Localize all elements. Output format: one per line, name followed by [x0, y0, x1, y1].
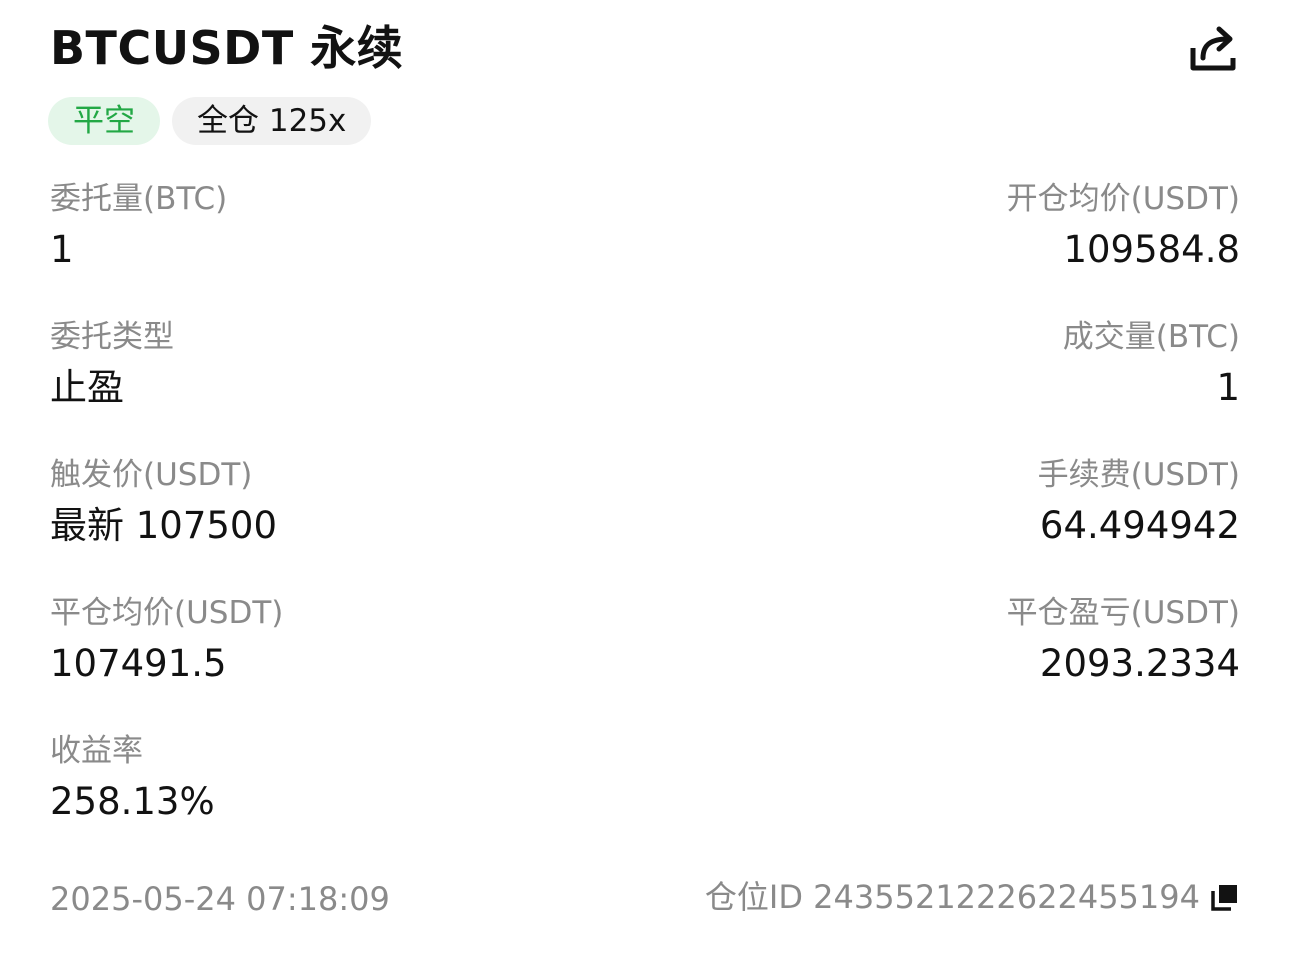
order-timestamp: 2025-05-24 07:18:09: [50, 880, 390, 918]
order-qty-label: 委托量(BTC): [50, 181, 228, 217]
copy-button[interactable]: [1210, 882, 1240, 912]
trigger-price-field: 触发价(USDT) 最新 107500: [50, 455, 277, 550]
position-id-text: 仓位ID 2435521222622455194: [704, 878, 1200, 916]
fee-value: 64.494942: [1039, 504, 1240, 547]
fee-label: 手续费(USDT): [1037, 457, 1240, 493]
side-tag: 平空: [48, 97, 160, 145]
share-icon: [1190, 26, 1236, 71]
copy-icon: [1211, 885, 1237, 911]
order-qty-field: 委托量(BTC) 1: [50, 179, 227, 274]
close-pnl-label: 平仓盈亏(USDT): [1006, 595, 1240, 631]
order-qty-value: 1: [50, 228, 74, 271]
trigger-price-value: 最新 107500: [50, 504, 278, 547]
close-avg-price-label: 平仓均价(USDT): [50, 595, 284, 631]
share-button[interactable]: [1184, 22, 1240, 78]
close-pnl-field: 平仓盈亏(USDT) 2093.2334: [1007, 593, 1240, 688]
open-avg-price-label: 开仓均价(USDT): [1006, 181, 1240, 217]
close-avg-price-value: 107491.5: [50, 642, 227, 685]
open-avg-price-value: 109584.8: [1063, 228, 1240, 271]
close-pnl-value: 2093.2334: [1039, 642, 1240, 685]
page-title: BTCUSDT 永续: [50, 21, 404, 75]
filled-qty-field: 成交量(BTC) 1: [1063, 317, 1240, 412]
filled-qty-value: 1: [1216, 366, 1240, 409]
order-type-field: 委托类型 止盈: [50, 317, 174, 412]
fee-field: 手续费(USDT) 64.494942: [1038, 455, 1240, 550]
order-type-value: 止盈: [50, 366, 124, 409]
filled-qty-label: 成交量(BTC): [1062, 319, 1240, 355]
trigger-price-label: 触发价(USDT): [50, 457, 253, 493]
margin-tag: 全仓 125x: [172, 97, 372, 145]
roi-label: 收益率: [50, 733, 143, 769]
tag-row: 平空 全仓 125x: [48, 97, 372, 145]
close-avg-price-field: 平仓均价(USDT) 107491.5: [50, 593, 283, 688]
roi-value: 258.13%: [50, 780, 215, 823]
position-id-row: 仓位ID 2435521222622455194: [705, 876, 1240, 918]
open-avg-price-field: 开仓均价(USDT) 109584.8: [1007, 179, 1240, 274]
order-detail-card: BTCUSDT 永续 平空 全仓 125x 委托量(BTC) 1 开仓均价(US…: [0, 0, 1290, 968]
roi-field: 收益率 258.13%: [50, 731, 215, 826]
order-type-label: 委托类型: [50, 319, 174, 355]
